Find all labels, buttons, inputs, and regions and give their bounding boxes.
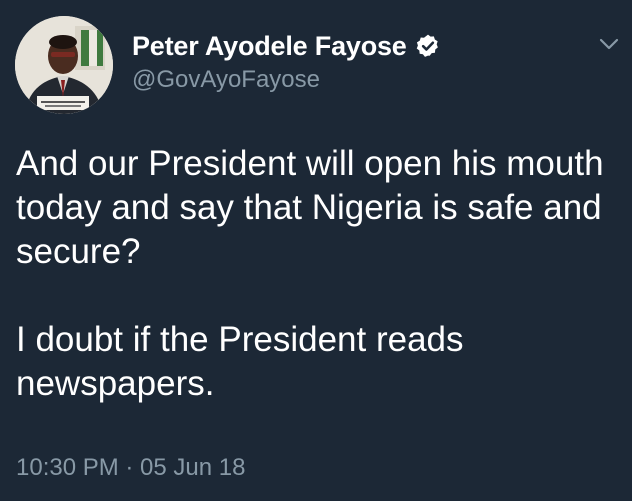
verified-badge-icon: [415, 33, 441, 59]
tweet-body: And our President will open his mouth to…: [16, 142, 616, 406]
author-handle[interactable]: @GovAyoFayose: [132, 66, 592, 94]
tweet-card: Peter Ayodele Fayose @GovAyoFayose And o…: [0, 0, 632, 501]
tweet-paragraph: I doubt if the President reads newspaper…: [16, 320, 464, 403]
tweet-timestamp[interactable]: 10:30 PM · 05 Jun 18: [16, 454, 245, 482]
author-display-name[interactable]: Peter Ayodele Fayose: [132, 31, 407, 62]
tweet-paragraph: And our President will open his mouth to…: [16, 144, 604, 271]
avatar[interactable]: [15, 16, 113, 114]
profile-photo-icon: [15, 16, 113, 114]
tweet-header: Peter Ayodele Fayose @GovAyoFayose: [132, 28, 592, 94]
chevron-down-icon[interactable]: [598, 36, 620, 52]
author-name-row: Peter Ayodele Fayose: [132, 28, 592, 64]
